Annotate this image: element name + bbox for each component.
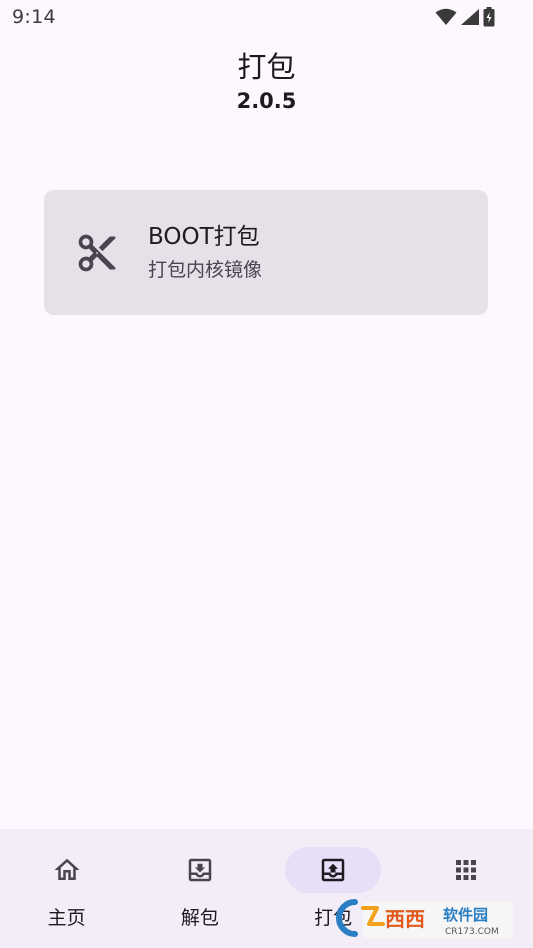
scissors-icon [78,234,116,271]
battery-charging-icon [483,7,495,27]
nav-label-home: 主页 [47,907,86,929]
card-title: BOOT打包 [148,224,260,250]
unpack-icon [188,858,212,882]
status-bar: 9:14 [0,0,533,36]
signal-icon [461,9,479,25]
nav-item-home[interactable]: 主页 [0,829,133,948]
home-icon [54,858,80,880]
app-version: 2.0.5 [236,89,297,113]
svg-text:软件园: 软件园 [443,906,488,924]
apps-grid-icon [456,860,477,880]
card-subtitle: 打包内核镜像 [148,259,263,281]
boot-pack-card[interactable]: BOOT打包 打包内核镜像 [44,190,488,315]
card-text: BOOT打包 打包内核镜像 [148,222,262,283]
page-header: 打包 2.0.5 [0,48,533,115]
nav-item-unpack[interactable]: 解包 [133,829,266,948]
status-time: 9:14 [12,6,56,28]
wifi-icon [435,8,457,25]
watermark-logo: 西西 软件园 CR173.COM [336,899,513,938]
status-icons [435,7,495,27]
page-title: 打包 [237,50,296,84]
svg-text:CR173.COM: CR173.COM [445,927,499,937]
svg-text:西西: 西西 [385,907,425,931]
app-screen: 9:14 打包 2.0.5 BOOT打包 打包内核镜像 主页 解包 打包 西西 … [0,0,533,948]
nav-label-unpack: 解包 [180,907,219,929]
pack-icon [321,858,345,882]
